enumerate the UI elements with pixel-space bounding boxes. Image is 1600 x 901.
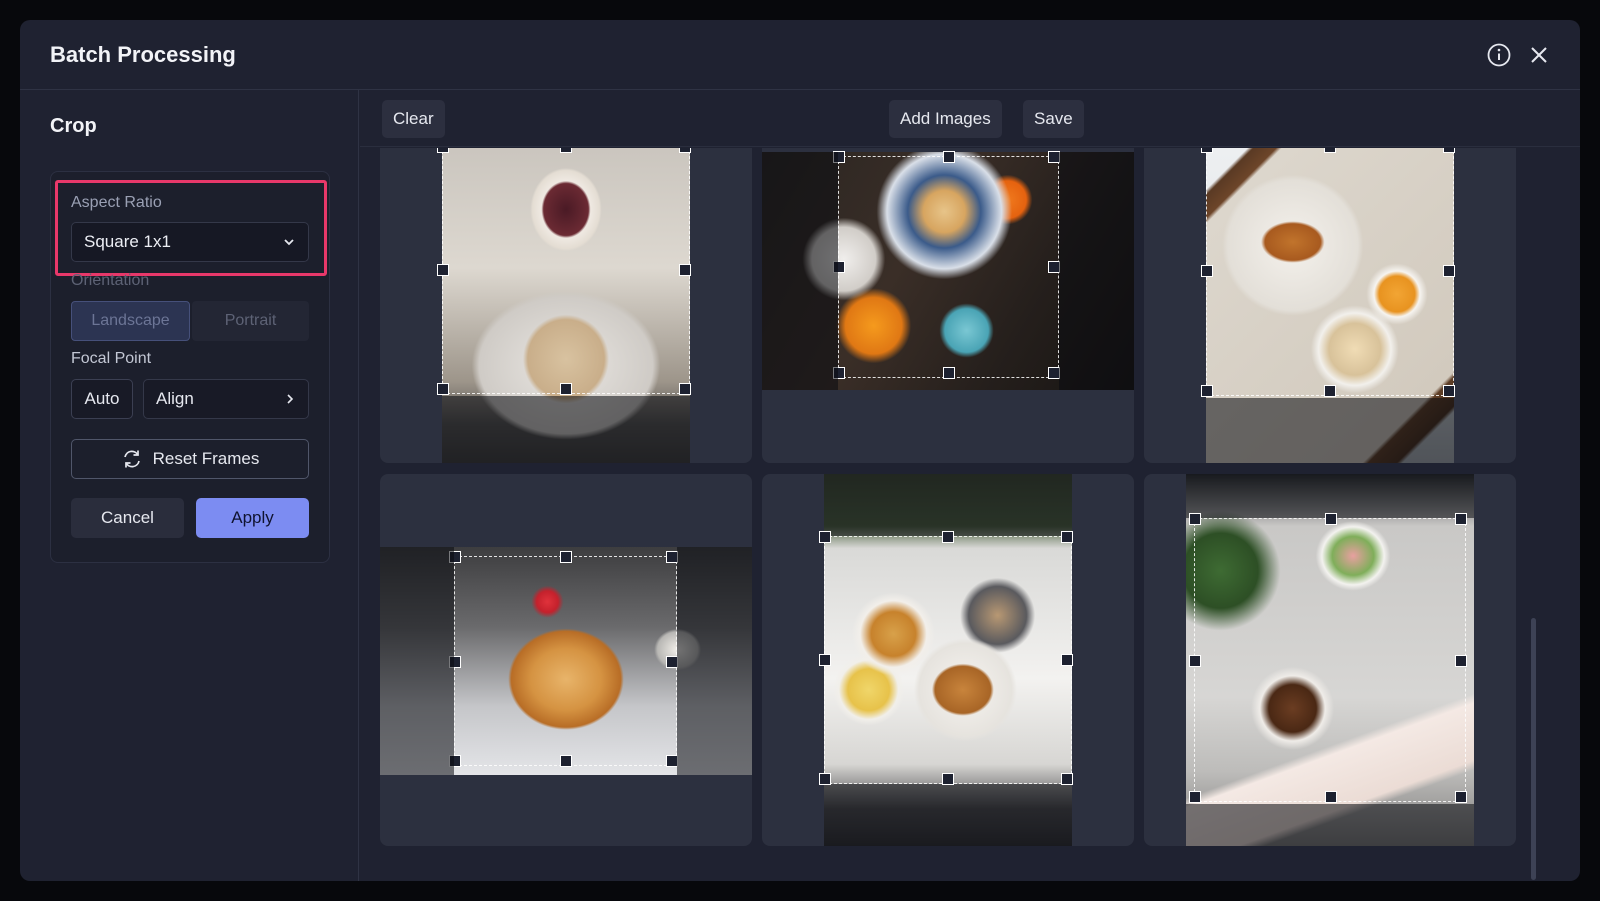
crop-handle[interactable] [560,551,572,563]
crop-mask [1186,474,1474,518]
crop-mask [442,396,690,463]
crop-mask [762,152,838,390]
crop-handle[interactable] [1324,385,1336,397]
image-card[interactable] [380,148,752,463]
clear-button[interactable]: Clear [382,100,445,138]
crop-handle[interactable] [560,755,572,767]
crop-handle[interactable] [1443,148,1455,153]
modal-title: Batch Processing [50,42,236,67]
aspect-ratio-select[interactable]: Square 1x1 [71,222,309,262]
crop-handle[interactable] [437,264,449,276]
add-images-button[interactable]: Add Images [889,100,1002,138]
crop-frame[interactable] [833,151,1060,379]
crop-mask [677,547,752,775]
crop-frame[interactable] [437,148,691,395]
crop-handle[interactable] [560,383,572,395]
image-card[interactable] [762,148,1134,463]
crop-handle[interactable] [437,148,449,153]
crop-handle[interactable] [437,383,449,395]
crop-frame[interactable] [449,551,678,767]
chevron-down-icon [284,239,294,246]
crop-handle[interactable] [1324,148,1336,153]
image-card[interactable] [1144,148,1516,463]
crop-handle[interactable] [1061,654,1073,666]
save-button[interactable]: Save [1023,100,1084,138]
orientation-landscape[interactable]: Landscape [71,301,190,341]
crop-handle[interactable] [942,773,954,785]
focal-align-button[interactable]: Align [143,379,309,419]
aspect-ratio-value: Square 1x1 [84,232,171,251]
crop-handle[interactable] [819,531,831,543]
crop-mask [824,784,1072,846]
crop-settings-panel: Aspect Ratio Square 1x1 Orientation Land… [50,171,330,563]
modal-header: Batch Processing [20,20,1580,90]
crop-handle[interactable] [1201,148,1213,153]
crop-handle[interactable] [1455,791,1467,803]
image-card[interactable] [762,474,1134,846]
info-icon[interactable] [1486,42,1512,68]
crop-mask [824,474,1072,536]
crop-handle[interactable] [1189,655,1201,667]
crop-mask [1059,152,1134,390]
crop-handle[interactable] [679,148,691,153]
crop-sidebar: Crop Aspect Ratio Square 1x1 Orientation… [20,90,359,881]
image-card[interactable] [380,474,752,846]
focal-point-label: Focal Point [71,350,152,367]
orientation-label: Orientation [71,272,150,289]
chevron-right-icon [287,394,294,404]
crop-handle[interactable] [679,383,691,395]
crop-handle[interactable] [1443,385,1455,397]
crop-frame[interactable] [1189,513,1467,803]
reset-frames-label: Reset Frames [152,449,260,468]
crop-handle[interactable] [1061,773,1073,785]
grid-scrollbar[interactable] [1531,618,1536,880]
reset-frames-button[interactable]: Reset Frames [71,439,309,479]
crop-handle[interactable] [679,264,691,276]
crop-handle[interactable] [819,773,831,785]
crop-handle[interactable] [1201,265,1213,277]
crop-handle[interactable] [1325,791,1337,803]
crop-handle[interactable] [1325,513,1337,525]
orientation-toggle: Landscape Portrait [71,301,309,341]
crop-handle[interactable] [1189,513,1201,525]
image-toolbar: Clear Add Images Save [360,90,1580,147]
close-icon[interactable] [1526,42,1552,68]
crop-handle[interactable] [819,654,831,666]
crop-handle[interactable] [560,148,572,153]
image-grid [360,148,1580,881]
focal-align-label: Align [156,389,194,408]
crop-section-title: Crop [50,115,97,137]
crop-handle[interactable] [1201,385,1213,397]
crop-frame[interactable] [1201,148,1455,397]
crop-handle[interactable] [1189,791,1201,803]
refresh-icon [123,450,140,468]
image-card[interactable] [1144,474,1516,846]
crop-handle[interactable] [942,531,954,543]
crop-handle[interactable] [943,367,955,379]
batch-processing-modal: Batch Processing Crop Aspect Ratio Squar… [20,20,1580,881]
aspect-ratio-label: Aspect Ratio [71,194,162,211]
crop-handle[interactable] [1443,265,1455,277]
crop-mask [1206,398,1454,463]
crop-handle[interactable] [1455,513,1467,525]
crop-handle[interactable] [943,151,955,163]
crop-frame[interactable] [819,531,1073,785]
crop-handle[interactable] [1061,531,1073,543]
crop-mask [380,547,454,775]
crop-mask [1186,804,1474,846]
apply-button[interactable]: Apply [196,498,309,538]
cancel-button[interactable]: Cancel [71,498,184,538]
focal-auto-button[interactable]: Auto [71,379,133,419]
orientation-portrait[interactable]: Portrait [192,301,309,341]
crop-handle[interactable] [1455,655,1467,667]
